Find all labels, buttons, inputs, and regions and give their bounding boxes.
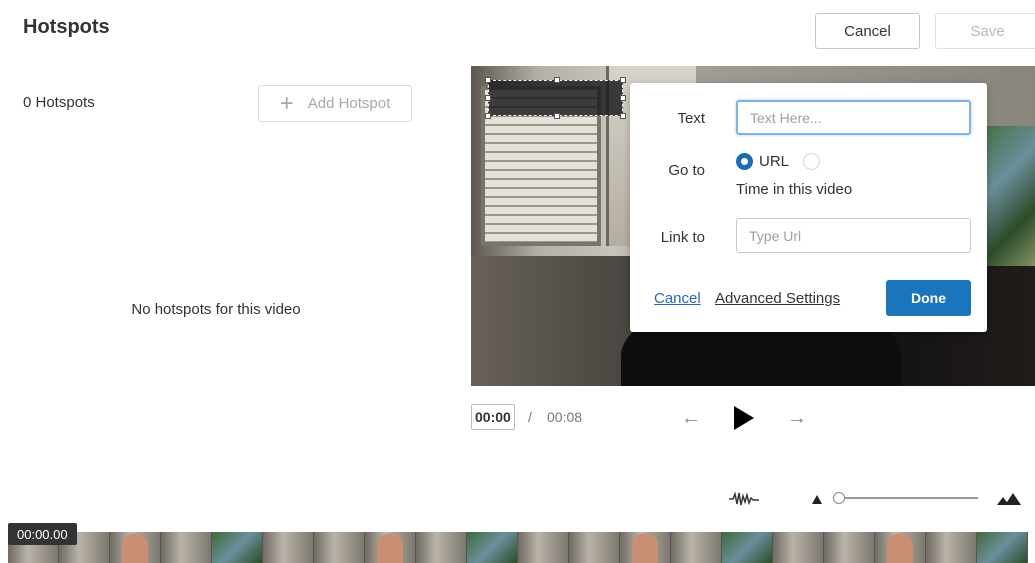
film-frame [620,532,671,563]
resize-handle[interactable] [620,95,626,101]
film-frame [518,532,569,563]
save-button[interactable]: Save [935,13,1035,49]
total-time: 00:08 [547,409,583,425]
time-radio-label[interactable]: Time in this video [736,181,852,198]
hotspot-count: 0 Hotspots [23,94,95,111]
advanced-settings-link[interactable]: Advanced Settings [715,290,840,307]
done-button[interactable]: Done [886,280,971,316]
film-frame [569,532,620,563]
resize-handle[interactable] [485,95,491,101]
play-icon[interactable] [734,406,754,430]
link-label: Link to [660,229,705,246]
popup-cancel-link[interactable]: Cancel [654,290,701,307]
goto-label: Go to [668,162,705,179]
film-frame [161,532,212,563]
url-input[interactable] [736,218,971,253]
resize-handle[interactable] [620,77,626,83]
step-forward-icon[interactable]: → [787,407,807,430]
step-back-icon[interactable]: ← [681,407,701,430]
time-radio[interactable] [803,153,821,170]
timeline-filmstrip[interactable] [8,532,1035,563]
add-hotspot-label: Add Hotspot [307,95,391,112]
url-radio[interactable] [736,153,753,170]
film-frame [977,532,1028,563]
film-frame [416,532,467,563]
film-frame [263,532,314,563]
text-input[interactable] [736,100,971,135]
zoom-slider-track[interactable] [835,497,978,499]
hotspot-editor-popup: Text Go to URL Time in this video Link t… [630,83,987,332]
page-title: Hotspots [23,16,110,38]
film-frame [467,532,518,563]
film-frame [722,532,773,563]
film-frame [875,532,926,563]
resize-handle[interactable] [620,113,626,119]
film-frame [212,532,263,563]
hotspot-region[interactable] [488,80,623,116]
time-separator: / [528,409,532,425]
resize-handle[interactable] [554,77,560,83]
add-hotspot-button[interactable]: + Add Hotspot [258,85,412,122]
film-frame [773,532,824,563]
zoom-in-icon[interactable] [997,491,1027,505]
film-frame [671,532,722,563]
resize-handle[interactable] [554,113,560,119]
url-radio-label[interactable]: URL [759,153,789,170]
zoom-slider-thumb[interactable] [833,492,845,504]
film-frame [365,532,416,563]
waveform-icon[interactable] [729,491,759,507]
playhead-time-badge[interactable]: 00:00.00 [8,523,77,545]
zoom-out-icon[interactable] [812,495,822,504]
resize-handle[interactable] [485,77,491,83]
film-frame [314,532,365,563]
resize-handle[interactable] [485,113,491,119]
cancel-button[interactable]: Cancel [815,13,920,49]
film-frame [110,532,161,563]
goto-options: URL [736,153,826,170]
empty-message: No hotspots for this video [131,301,301,318]
text-label: Text [677,110,705,127]
film-frame [926,532,977,563]
current-time[interactable]: 00:00 [471,404,515,430]
plus-icon: + [279,89,294,117]
film-frame [824,532,875,563]
